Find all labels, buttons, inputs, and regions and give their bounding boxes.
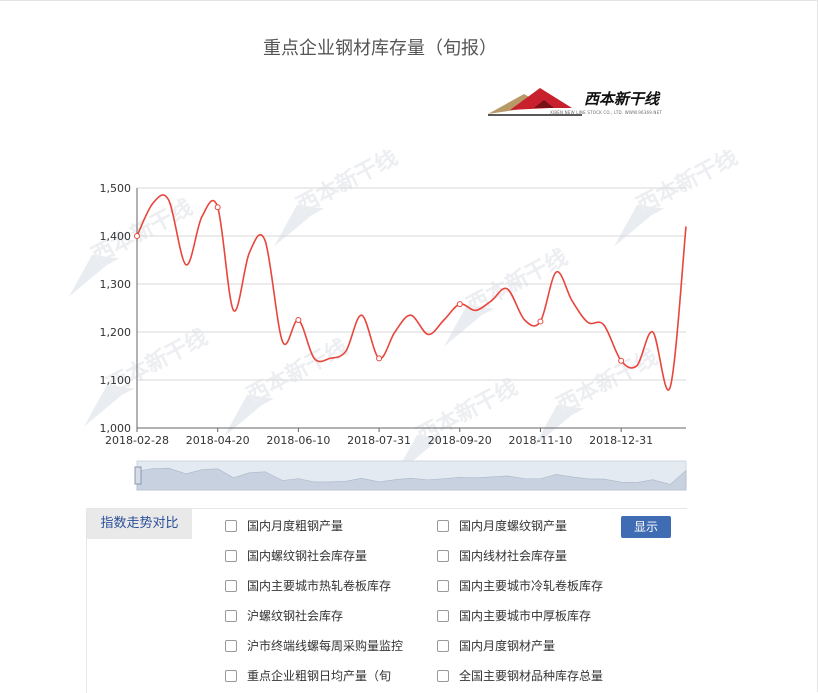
option-checkbox[interactable] — [437, 639, 449, 652]
option-label: 重点企业粗钢日均产量（旬 — [247, 669, 392, 683]
compare-option[interactable]: 国内线材社会库存量 — [437, 547, 567, 564]
option-label: 全国主要钢材品种库存总量 — [459, 669, 604, 683]
option-checkbox[interactable] — [437, 519, 449, 532]
option-checkbox[interactable] — [225, 579, 237, 592]
data-point-marker[interactable] — [295, 317, 302, 323]
option-checkbox[interactable] — [225, 549, 237, 562]
x-tick-label: 2018-04-20 — [186, 434, 250, 447]
option-checkbox[interactable] — [437, 609, 449, 622]
y-tick-label: 1,100 — [100, 374, 132, 387]
watermark: 西本新干线 — [274, 150, 402, 247]
watermark: 西本新干线 — [84, 324, 212, 427]
y-tick-label: 1,400 — [100, 230, 132, 243]
watermark-text: 西本新干线 — [242, 334, 351, 409]
show-button[interactable]: 显示 — [621, 516, 671, 538]
option-label: 国内月度钢材产量 — [459, 639, 556, 653]
data-point-marker[interactable] — [537, 318, 544, 325]
compare-option[interactable]: 全国主要钢材品种库存总量 — [437, 667, 603, 684]
tab-index-compare[interactable]: 指数走势对比 — [87, 509, 192, 539]
x-tick-label: 2018-02-28 — [105, 434, 169, 447]
watermark-text: 西本新干线 — [292, 150, 401, 219]
option-label: 沪市终端线螺每周采购量监控 — [247, 639, 404, 653]
x-tick-label: 2018-07-31 — [347, 434, 411, 447]
x-axis: 2018-02-28 2018-04-20 2018-06-10 2018-07-31… — [105, 428, 653, 447]
option-checkbox[interactable] — [437, 579, 449, 592]
compare-option[interactable]: 国内主要城市冷轧卷板库存 — [437, 577, 603, 594]
y-tick-label: 1,500 — [100, 182, 132, 195]
option-label: 沪螺纹钢社会库存 — [247, 609, 344, 623]
option-label: 国内主要城市中厚板库存 — [459, 609, 592, 623]
option-label: 国内月度螺纹钢产量 — [459, 519, 568, 533]
option-label: 国内月度粗钢产量 — [247, 519, 344, 533]
index-compare-panel: 指数走势对比 显示 国内月度粗钢产量 国内月度螺纹钢产量国内螺纹钢社会库存量 国内线… — [86, 508, 687, 693]
compare-option[interactable]: 沪螺纹钢社会库存 — [225, 607, 343, 624]
compare-option[interactable]: 沪市终端线螺每周采购量监控 — [225, 637, 403, 654]
y-tick-label: 1,300 — [100, 278, 132, 291]
option-label: 国内线材社会库存量 — [459, 549, 568, 563]
compare-option[interactable]: 国内月度粗钢产量 — [225, 517, 343, 534]
data-point-marker[interactable] — [214, 204, 221, 211]
watermark: 西本新干线 — [614, 150, 742, 247]
watermark: 西本新干线 — [534, 344, 662, 447]
watermark-text: 西本新干线 — [552, 344, 661, 419]
option-checkbox[interactable] — [225, 609, 237, 622]
zoom-left-handle[interactable] — [134, 466, 142, 485]
logo-name: 西本新干线 — [584, 90, 660, 108]
x-tick-label: 2018-12-31 — [589, 434, 653, 447]
page-title: 重点企业钢材库存量（旬报） — [263, 38, 497, 59]
compare-option[interactable]: 重点企业粗钢日均产量（旬 — [225, 667, 391, 684]
data-point-marker[interactable] — [134, 233, 140, 239]
option-checkbox[interactable] — [437, 549, 449, 562]
x-tick-label: 2018-06-10 — [266, 434, 330, 447]
data-point-marker[interactable] — [618, 357, 625, 364]
top-border — [0, 0, 818, 1]
watermark-text: 西本新干线 — [632, 150, 741, 219]
x-tick-label: 2018-09-20 — [428, 434, 492, 447]
compare-option[interactable]: 国内月度钢材产量 — [437, 637, 555, 654]
data-zoom-slider[interactable] — [134, 460, 687, 491]
compare-option[interactable]: 国内主要城市中厚板库存 — [437, 607, 591, 624]
line-chart: 西本新干线西本新干线西本新干线西本新干线西本新干线西本新干线西本新干线西本新干线… — [69, 150, 742, 491]
x-tick-label: 2018-11-10 — [508, 434, 572, 447]
option-label: 国内螺纹钢社会库存量 — [247, 549, 368, 563]
data-point-marker[interactable] — [376, 355, 383, 362]
logo-tagline: XIBEN NEW LINE STOCK CO., LTD. WWW.96369… — [550, 110, 662, 115]
option-checkbox[interactable] — [225, 519, 237, 532]
series-line — [136, 194, 687, 391]
watermark: 西本新干线 — [224, 334, 352, 437]
compare-option[interactable]: 国内主要城市热轧卷板库存 — [225, 577, 391, 594]
compare-option[interactable]: 国内螺纹钢社会库存量 — [225, 547, 367, 564]
brand-logo: 西本新干线 XIBEN NEW LINE STOCK CO., LTD. WWW… — [488, 86, 688, 120]
data-point-marker[interactable] — [456, 301, 463, 308]
y-tick-label: 1,200 — [100, 326, 132, 339]
watermark: 西本新干线 — [444, 244, 572, 347]
option-checkbox[interactable] — [437, 669, 449, 682]
option-label: 国内主要城市冷轧卷板库存 — [459, 579, 604, 593]
compare-option[interactable]: 国内月度螺纹钢产量 — [437, 517, 567, 534]
option-checkbox[interactable] — [225, 669, 237, 682]
option-label: 国内主要城市热轧卷板库存 — [247, 579, 392, 593]
option-checkbox[interactable] — [225, 639, 237, 652]
